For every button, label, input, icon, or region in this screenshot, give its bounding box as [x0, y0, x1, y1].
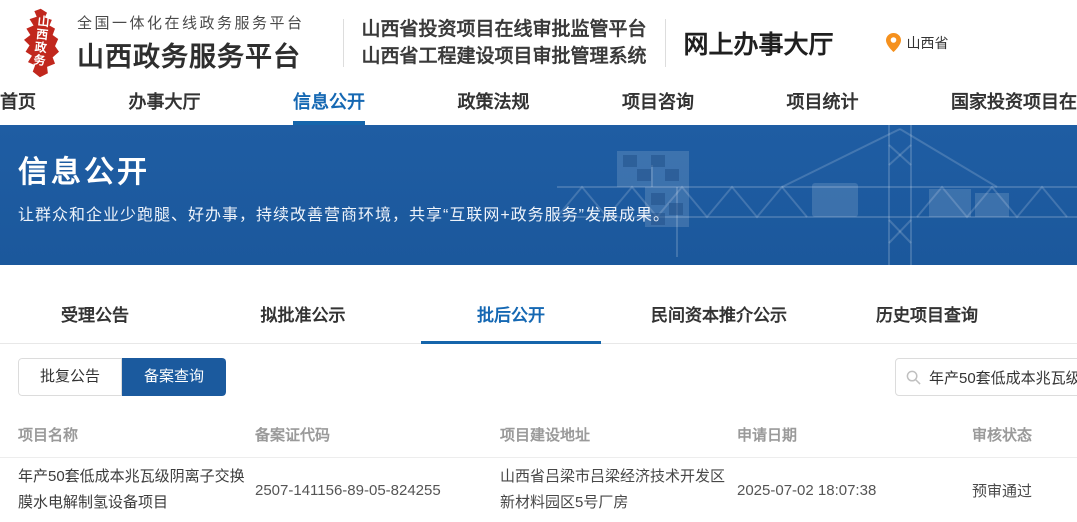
nav-item-project-stats[interactable]: 项目统计: [787, 85, 859, 125]
nav-item-project-consult[interactable]: 项目咨询: [622, 85, 694, 125]
region-label: 山西省: [907, 33, 949, 53]
header-divider: [665, 19, 666, 67]
approval-notice-button[interactable]: 批复公告: [18, 358, 122, 396]
site-logo: 山西政务: [18, 8, 65, 78]
page-banner: 信息公开 让群众和企业少跑腿、好办事，持续改善营商环境，共享“互联网+政务服务”…: [0, 125, 1077, 265]
search-box: [895, 358, 1077, 396]
table-header-row: 项目名称 备案证代码 项目建设地址 申请日期 审核状态: [0, 412, 1077, 458]
header-divider: [343, 19, 344, 67]
hall-title: 网上办事大厅: [684, 25, 834, 61]
cell-record-code: 2507-141156-89-05-824255: [255, 482, 500, 499]
crane-background-image: [557, 125, 1077, 265]
platform-names: 山西省投资项目在线审批监管平台 山西省工程建设项目审批管理系统: [362, 16, 647, 70]
nav-item-policies[interactable]: 政策法规: [458, 85, 530, 125]
tab-history-project-query[interactable]: 历史项目查询: [837, 290, 1017, 343]
platform-line-2: 山西省工程建设项目审批管理系统: [362, 43, 647, 70]
brand-tagline: 全国一体化在线政务服务平台: [77, 12, 305, 33]
nav-item-home[interactable]: 首页: [0, 85, 36, 125]
subtab-button-group: 批复公告 备案查询: [18, 358, 226, 396]
region-selector[interactable]: 山西省: [886, 33, 949, 53]
tab-pre-approval-publicity[interactable]: 拟批准公示: [213, 290, 393, 343]
cell-project-name: 年产50套低成本兆瓦级阴离子交换膜水电解制氢设备项目: [18, 464, 250, 516]
col-header-project-name: 项目名称: [18, 424, 255, 445]
table-row[interactable]: 年产50套低成本兆瓦级阴离子交换膜水电解制氢设备项目 2507-141156-8…: [0, 458, 1077, 522]
site-header: 山西政务 全国一体化在线政务服务平台 山西政务服务平台 山西省投资项目在线审批监…: [0, 0, 1077, 85]
record-query-button[interactable]: 备案查询: [122, 358, 226, 396]
tab-post-approval-disclosure[interactable]: 批后公开: [421, 290, 601, 343]
cell-construction-address: 山西省吕梁市吕梁经济技术开发区新材料园区5号厂房: [500, 464, 728, 516]
brand-block: 全国一体化在线政务服务平台 山西政务服务平台: [77, 12, 305, 74]
main-nav: 首页 办事大厅 信息公开 政策法规 项目咨询 项目统计 国家投资项目在: [0, 85, 1077, 125]
platform-line-1: 山西省投资项目在线审批监管平台: [362, 16, 647, 43]
banner-title: 信息公开: [18, 147, 150, 191]
cell-apply-date: 2025-07-02 18:07:38: [737, 482, 972, 499]
search-input[interactable]: [929, 369, 1077, 386]
col-header-review-status: 审核状态: [972, 424, 1077, 445]
brand-title: 山西政务服务平台: [77, 35, 305, 74]
section-tabs: 受理公告 拟批准公示 批后公开 民间资本推介公示 历史项目查询: [0, 290, 1077, 344]
nav-item-national-investment[interactable]: 国家投资项目在: [951, 85, 1077, 125]
nav-item-info-disclosure[interactable]: 信息公开: [293, 85, 365, 125]
nav-item-service-hall[interactable]: 办事大厅: [129, 85, 201, 125]
cell-review-status: 预审通过: [972, 480, 1077, 501]
location-pin-icon: [886, 33, 901, 52]
col-header-apply-date: 申请日期: [737, 424, 972, 445]
tab-acceptance-notice[interactable]: 受理公告: [5, 290, 185, 343]
toolbar: 批复公告 备案查询: [0, 358, 1077, 396]
col-header-record-code: 备案证代码: [255, 424, 500, 445]
search-icon: [906, 370, 921, 385]
records-table: 项目名称 备案证代码 项目建设地址 申请日期 审核状态 年产50套低成本兆瓦级阴…: [0, 412, 1077, 522]
col-header-construction-address: 项目建设地址: [500, 424, 737, 445]
tab-private-capital-publicity[interactable]: 民间资本推介公示: [629, 290, 809, 343]
banner-subtitle: 让群众和企业少跑腿、好办事，持续改善营商环境，共享“互联网+政务服务”发展成果。: [18, 201, 670, 225]
